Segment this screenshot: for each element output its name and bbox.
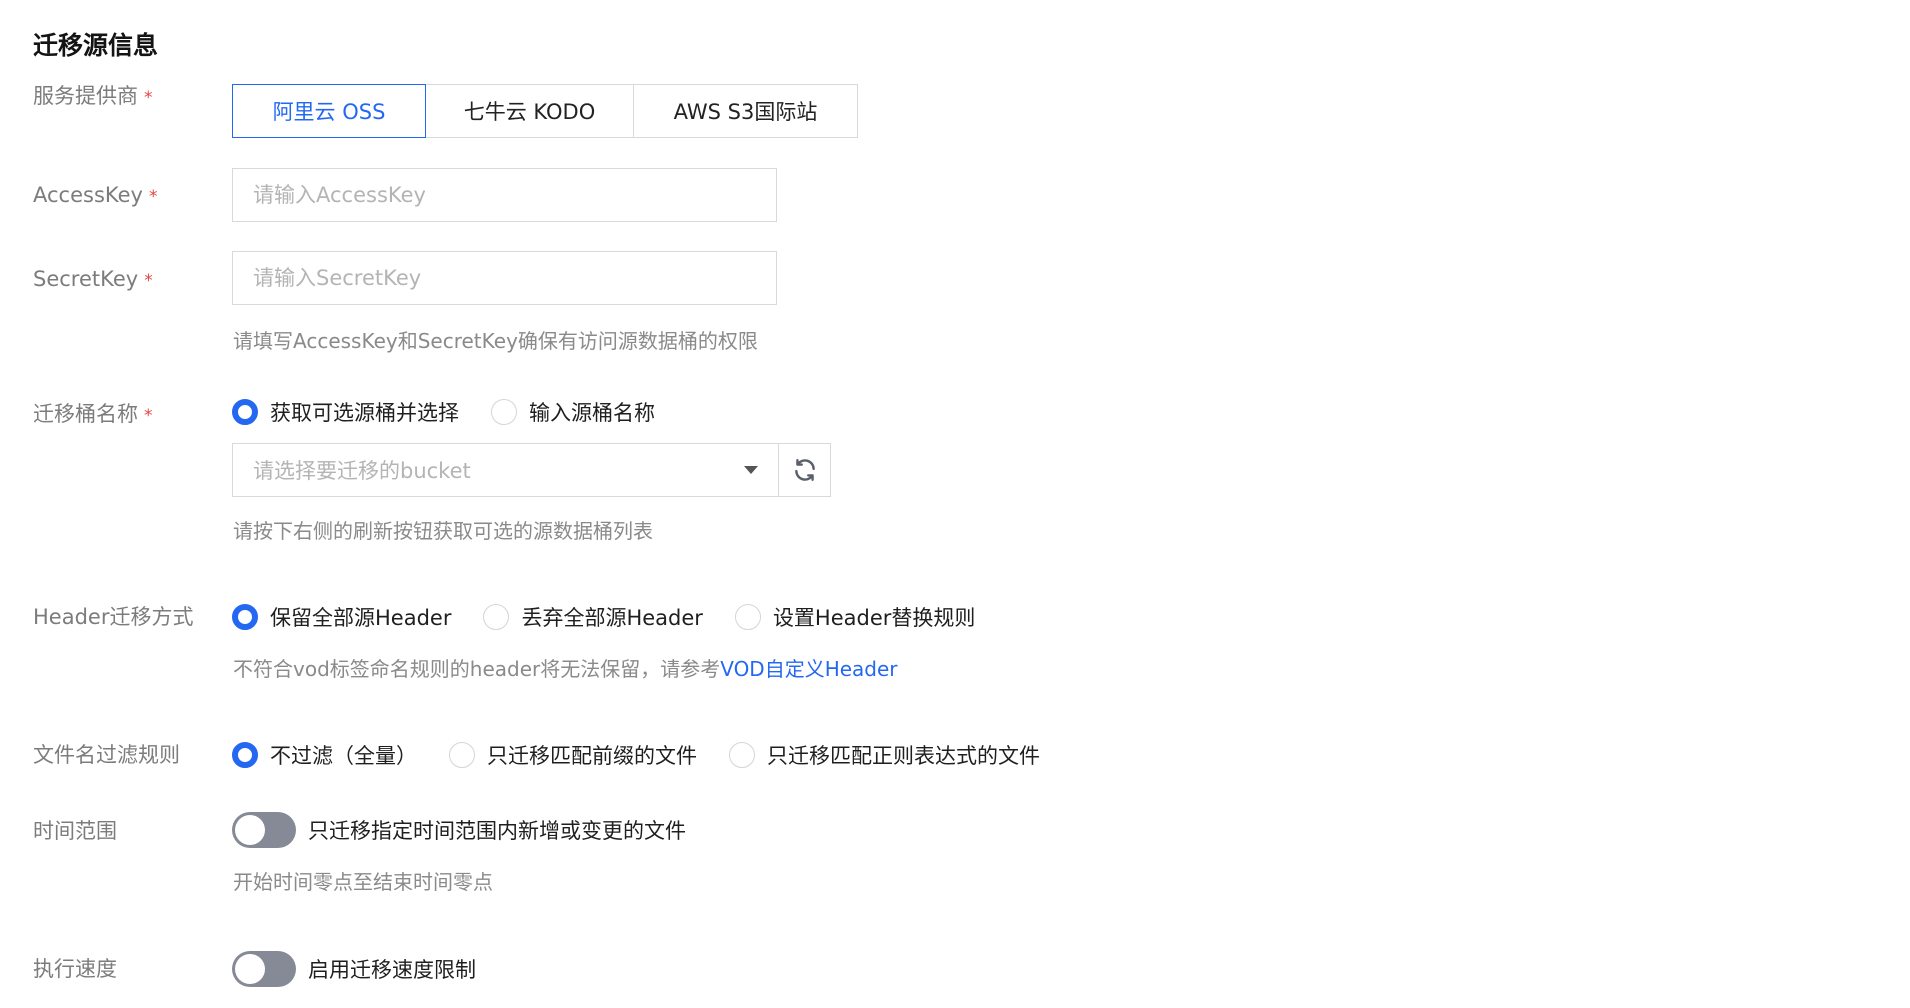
bucket-hint: 请按下右侧的刷新按钮获取可选的源数据桶列表: [233, 519, 653, 543]
filename-filter-radio-group: 不过滤（全量） 只迁移匹配前缀的文件 只迁移匹配正则表达式的文件: [232, 738, 1072, 772]
vod-header-link[interactable]: VOD自定义Header: [720, 657, 897, 681]
speed-label: 执行速度: [33, 957, 117, 981]
radio-circle: [729, 742, 755, 768]
radio-label: 输入源桶名称: [529, 401, 655, 425]
toggle-knob: [235, 954, 265, 984]
header-mode-hint-text: 不符合vod标签命名规则的header将无法保留，请参考: [233, 657, 721, 681]
radio-prefix-filter[interactable]: 只迁移匹配前缀的文件: [449, 740, 697, 770]
provider-segmented: 阿里云 OSS 七牛云 KODO AWS S3国际站: [232, 84, 858, 138]
required-mark: *: [148, 187, 158, 207]
provider-option-aliyun[interactable]: 阿里云 OSS: [232, 84, 426, 138]
filename-filter-label: 文件名过滤规则: [33, 743, 180, 767]
bucket-label-text: 迁移桶名称: [33, 402, 138, 426]
speed-limit-toggle[interactable]: [232, 951, 296, 987]
radio-circle: [491, 399, 517, 425]
secret-key-label-text: SecretKey: [33, 267, 139, 291]
header-mode-radio-group: 保留全部源Header 丢弃全部源Header 设置Header替换规则: [232, 600, 1007, 634]
speed-row: 启用迁移速度限制: [232, 950, 476, 988]
radio-input-bucket-name[interactable]: 输入源桶名称: [491, 397, 655, 427]
radio-circle: [232, 399, 258, 425]
toggle-knob: [235, 815, 265, 845]
refresh-button[interactable]: [779, 443, 831, 497]
access-key-input[interactable]: [232, 168, 777, 222]
radio-circle: [449, 742, 475, 768]
radio-fetch-buckets[interactable]: 获取可选源桶并选择: [232, 397, 459, 427]
bucket-mode-radio-group: 获取可选源桶并选择 输入源桶名称: [232, 395, 687, 429]
radio-keep-header[interactable]: 保留全部源Header: [232, 602, 451, 632]
secret-key-hint: 请填写AccessKey和SecretKey确保有访问源数据桶的权限: [233, 329, 758, 353]
provider-option-aws[interactable]: AWS S3国际站: [634, 84, 858, 138]
radio-label: 丢弃全部源Header: [521, 606, 703, 630]
provider-option-qiniu[interactable]: 七牛云 KODO: [426, 84, 634, 138]
time-range-toggle[interactable]: [232, 812, 296, 848]
required-mark: *: [144, 88, 153, 108]
radio-circle: [232, 604, 258, 630]
speed-toggle-label: 启用迁移速度限制: [308, 958, 476, 982]
radio-label: 获取可选源桶并选择: [270, 401, 459, 425]
secret-key-input[interactable]: [232, 251, 777, 305]
header-mode-label: Header迁移方式: [33, 605, 194, 629]
bucket-label: 迁移桶名称 *: [33, 398, 153, 428]
required-mark: *: [144, 271, 153, 291]
access-key-label-text: AccessKey: [33, 183, 143, 207]
time-range-label: 时间范围: [33, 819, 117, 843]
time-range-hint: 开始时间零点至结束时间零点: [233, 870, 493, 894]
header-mode-hint: 不符合vod标签命名规则的header将无法保留，请参考VOD自定义Header: [233, 653, 898, 682]
radio-header-rules[interactable]: 设置Header替换规则: [734, 602, 976, 632]
caret-down-icon: [744, 466, 758, 474]
radio-circle: [734, 604, 761, 630]
radio-drop-header[interactable]: 丢弃全部源Header: [483, 602, 703, 632]
section-title: 迁移源信息: [33, 31, 159, 60]
provider-label-text: 服务提供商: [33, 84, 138, 108]
access-key-label: AccessKey *: [33, 183, 157, 207]
bucket-select[interactable]: 请选择要迁移的bucket: [232, 443, 779, 497]
radio-no-filter[interactable]: 不过滤（全量）: [232, 740, 417, 770]
time-range-row: 只迁移指定时间范围内新增或变更的文件: [232, 811, 686, 849]
radio-circle: [483, 604, 510, 630]
radio-label: 设置Header替换规则: [772, 606, 976, 630]
bucket-select-placeholder: 请选择要迁移的bucket: [253, 459, 471, 483]
radio-label: 只迁移匹配正则表达式的文件: [767, 744, 1040, 768]
radio-label: 不过滤（全量）: [270, 744, 417, 768]
radio-label: 保留全部源Header: [270, 606, 452, 630]
required-mark: *: [144, 406, 153, 426]
provider-label: 服务提供商 *: [33, 80, 153, 110]
refresh-icon: [794, 459, 815, 481]
radio-label: 只迁移匹配前缀的文件: [487, 744, 697, 768]
time-range-toggle-label: 只迁移指定时间范围内新增或变更的文件: [308, 819, 686, 843]
bucket-select-wrap: 请选择要迁移的bucket: [232, 443, 831, 497]
secret-key-label: SecretKey *: [33, 267, 153, 291]
radio-circle: [232, 742, 258, 768]
radio-regex-filter[interactable]: 只迁移匹配正则表达式的文件: [729, 740, 1040, 770]
